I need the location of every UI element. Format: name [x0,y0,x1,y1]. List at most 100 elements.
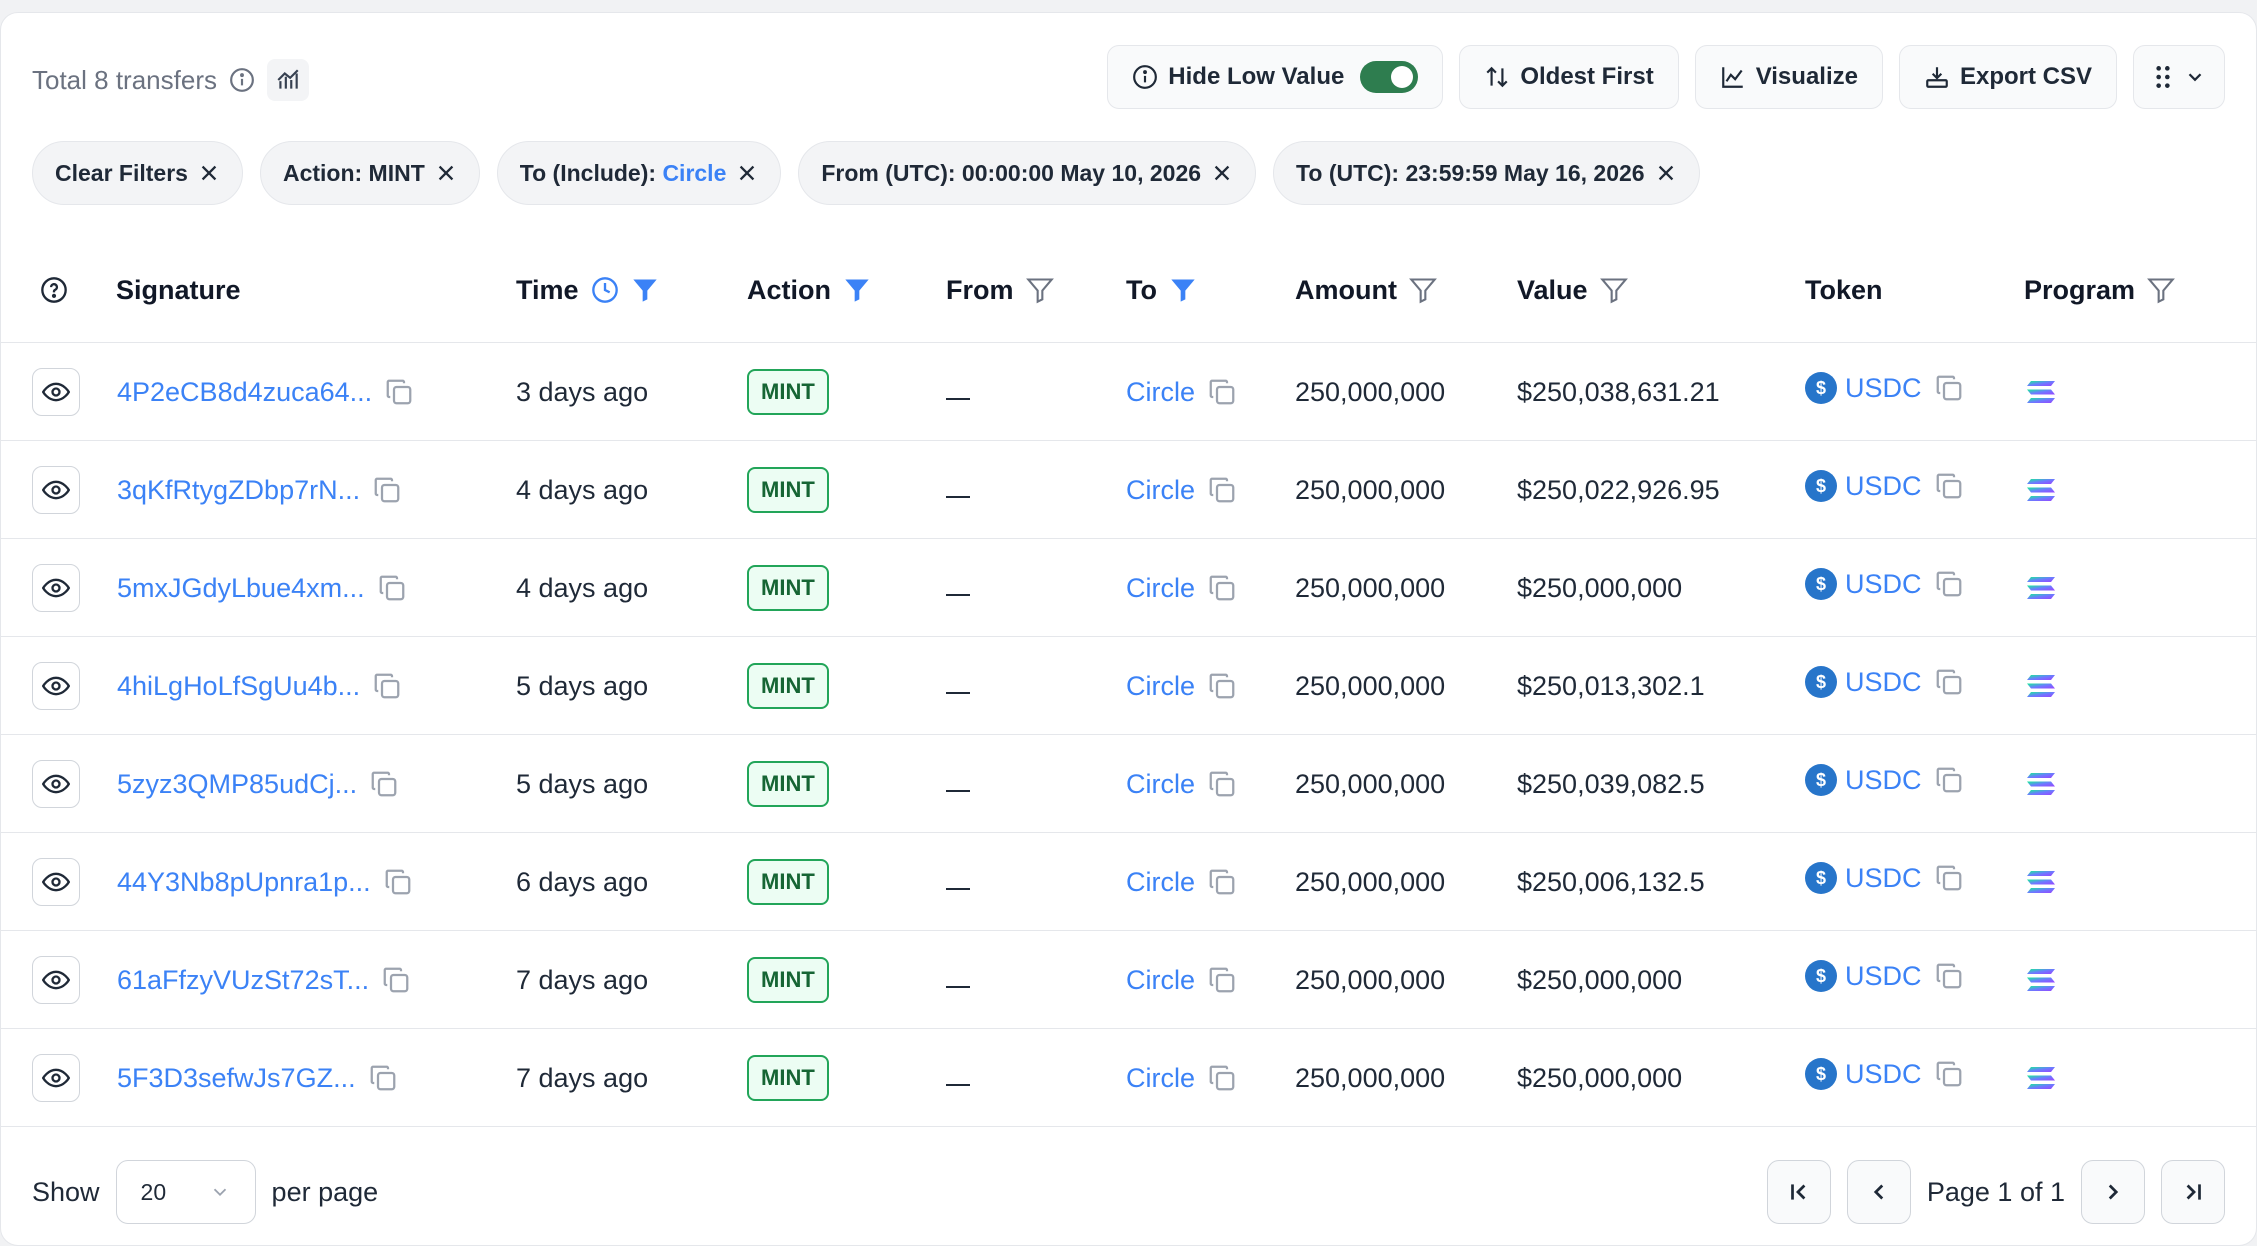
solana-program-icon[interactable] [2025,1065,2057,1091]
clear-filters-chip[interactable]: Clear Filters [32,141,243,205]
copy-icon[interactable] [1934,765,1964,795]
view-details-button[interactable] [32,956,80,1004]
view-details-button[interactable] [32,858,80,906]
export-csv-button[interactable]: Export CSV [1898,45,2117,109]
copy-icon[interactable] [1207,377,1237,407]
close-icon[interactable] [1211,162,1233,184]
copy-icon[interactable] [1934,961,1964,991]
view-details-button[interactable] [32,1054,80,1102]
copy-icon[interactable] [1207,1063,1237,1093]
first-page-button[interactable] [1766,1160,1831,1224]
copy-icon[interactable] [1934,569,1964,599]
to-address-link[interactable]: Circle [1126,769,1195,800]
to-include-filter-chip[interactable]: To (Include): Circle [496,141,782,205]
solana-program-icon[interactable] [2025,673,2057,699]
to-address-link[interactable]: Circle [1126,573,1195,604]
copy-icon[interactable] [1934,471,1964,501]
copy-icon[interactable] [1934,1059,1964,1089]
token-link[interactable]: USDC [1845,1059,1922,1090]
column-amount[interactable]: Amount [1295,237,1437,343]
solana-program-icon[interactable] [2025,477,2057,503]
chart-icon[interactable] [266,59,309,101]
column-time[interactable]: Time [516,237,659,343]
token-link[interactable]: USDC [1845,961,1922,992]
to-address-link[interactable]: Circle [1126,867,1195,898]
copy-icon[interactable] [1934,863,1964,893]
column-from[interactable]: From [946,237,1054,343]
column-program[interactable]: Program [2024,237,2175,343]
filter-icon[interactable] [1025,276,1054,304]
signature-link[interactable]: 5F3D3sefwJs7GZ... [117,1063,356,1094]
view-details-button[interactable] [32,564,80,612]
token-link[interactable]: USDC [1845,863,1922,894]
to-address-link[interactable]: Circle [1126,1063,1195,1094]
token-link[interactable]: USDC [1845,765,1922,796]
copy-icon[interactable] [1207,965,1237,995]
signature-link[interactable]: 61aFfzyVUzSt72sT... [117,965,369,996]
token-link[interactable]: USDC [1845,667,1922,698]
filter-active-icon[interactable] [631,276,659,304]
copy-icon[interactable] [372,475,402,505]
close-icon[interactable] [198,162,220,184]
close-icon[interactable] [1655,162,1677,184]
column-settings-button[interactable] [2133,45,2225,109]
copy-icon[interactable] [1207,573,1237,603]
signature-link[interactable]: 5zyz3QMP85udCj... [117,769,357,800]
solana-program-icon[interactable] [2025,575,2057,601]
signature-link[interactable]: 4hiLgHoLfSgUu4b... [117,671,360,702]
filter-icon[interactable] [2147,276,2175,304]
help-icon[interactable] [40,237,68,343]
sort-order-button[interactable]: Oldest First [1459,45,1679,109]
view-details-button[interactable] [32,760,80,808]
copy-icon[interactable] [1934,373,1964,403]
action-filter-chip[interactable]: Action: MINT [259,141,480,205]
copy-icon[interactable] [1207,867,1237,897]
token-link[interactable]: USDC [1845,569,1922,600]
copy-icon[interactable] [369,769,399,799]
column-to[interactable]: To [1126,237,1197,343]
view-details-button[interactable] [32,662,80,710]
prev-page-button[interactable] [1846,1160,1911,1224]
column-action[interactable]: Action [747,237,871,343]
per-page-select[interactable]: 20 [115,1160,256,1224]
filter-active-icon[interactable] [843,276,871,304]
filter-icon[interactable] [1409,276,1437,304]
copy-icon[interactable] [383,867,413,897]
close-icon[interactable] [736,162,758,184]
to-address-link[interactable]: Circle [1126,377,1195,408]
to-address-link[interactable]: Circle [1126,475,1195,506]
info-icon[interactable] [229,67,255,93]
token-link[interactable]: USDC [1845,373,1922,404]
solana-program-icon[interactable] [2025,379,2057,405]
next-page-button[interactable] [2081,1160,2145,1224]
view-details-button[interactable] [32,466,80,514]
copy-icon[interactable] [1207,769,1237,799]
token-link[interactable]: USDC [1845,471,1922,502]
filter-icon[interactable] [1599,276,1628,304]
filter-active-icon[interactable] [1169,276,1197,304]
copy-icon[interactable] [381,965,411,995]
to-address-link[interactable]: Circle [1126,965,1195,996]
from-date-filter-chip[interactable]: From (UTC): 00:00:00 May 10, 2026 [798,141,1257,205]
copy-icon[interactable] [368,1063,398,1093]
signature-link[interactable]: 5mxJGdyLbue4xm... [117,573,365,604]
copy-icon[interactable] [384,377,414,407]
to-address-link[interactable]: Circle [1126,671,1195,702]
copy-icon[interactable] [377,573,407,603]
to-date-filter-chip[interactable]: To (UTC): 23:59:59 May 16, 2026 [1273,141,1700,205]
signature-link[interactable]: 4P2eCB8d4zuca64... [117,377,372,408]
copy-icon[interactable] [1207,475,1237,505]
solana-program-icon[interactable] [2025,869,2057,895]
solana-program-icon[interactable] [2025,771,2057,797]
signature-link[interactable]: 3qKfRtygZDbp7rN... [117,475,360,506]
copy-icon[interactable] [1207,671,1237,701]
copy-icon[interactable] [1934,667,1964,697]
hide-low-value-button[interactable]: Hide Low Value [1107,45,1444,109]
clock-icon[interactable] [591,276,619,304]
close-icon[interactable] [435,162,457,184]
hide-low-value-toggle[interactable] [1360,61,1419,93]
column-value[interactable]: Value [1517,237,1628,343]
copy-icon[interactable] [372,671,402,701]
signature-link[interactable]: 44Y3Nb8pUpnra1p... [117,867,371,898]
solana-program-icon[interactable] [2025,967,2057,993]
